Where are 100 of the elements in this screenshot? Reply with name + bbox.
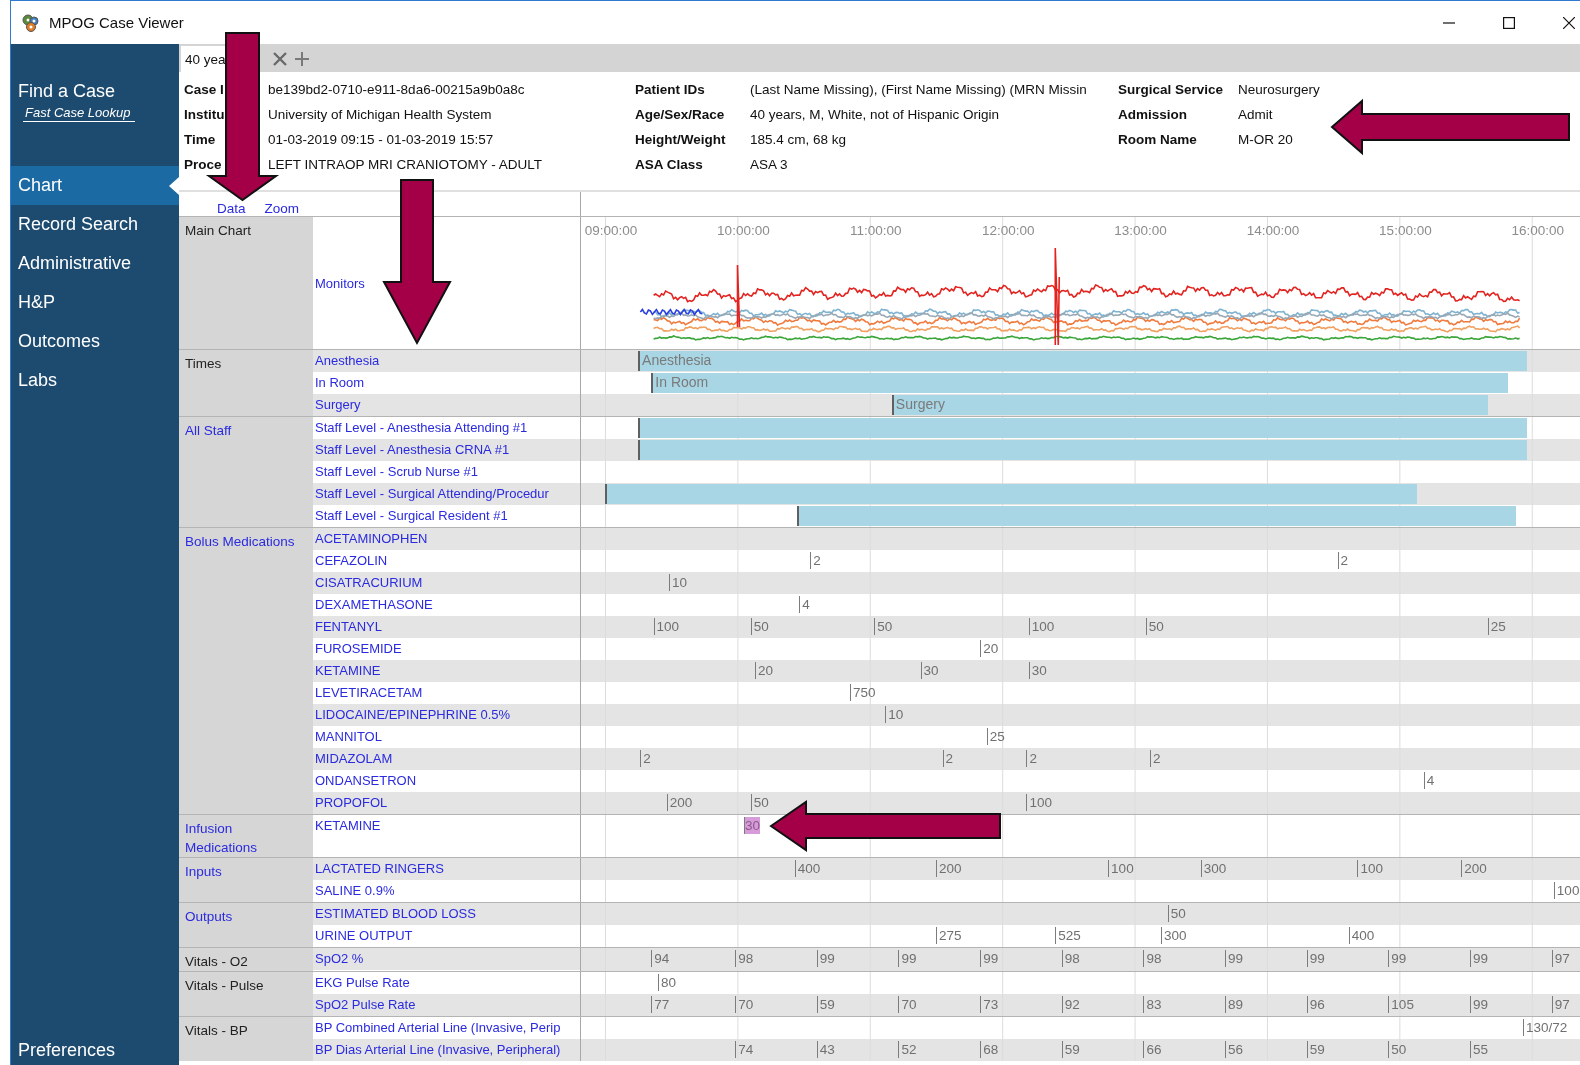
event-value: 2 [810, 552, 821, 569]
infusion-bar: 30 [744, 817, 761, 834]
group-cell[interactable]: Bolus Medications [179, 528, 313, 814]
group-cell[interactable]: Inputs [179, 858, 313, 902]
event-value: 25 [986, 728, 1005, 745]
row-label[interactable]: ACETAMINOPHEN [313, 528, 580, 550]
event-value: 70 [898, 996, 917, 1013]
event-value: 100 [1357, 860, 1383, 877]
row-label[interactable]: FENTANYL [313, 616, 580, 638]
axis-label: 14:00:00 [1246, 223, 1300, 238]
event-value: 50 [1145, 618, 1164, 635]
time-bar: Surgery [891, 395, 1488, 415]
window-title: MPOG Case Viewer [49, 14, 184, 31]
event-value: 100 [1026, 794, 1052, 811]
field-label: Age/Sex/Race [635, 107, 726, 122]
row-label[interactable]: SpO2 % [313, 948, 580, 970]
event-value: 99 [1470, 996, 1489, 1013]
fast-lookup-link[interactable]: Fast Case Lookup [23, 105, 135, 122]
field-label: Proce [184, 157, 223, 172]
event-value: 100 [653, 618, 680, 635]
event-value: 80 [657, 974, 676, 991]
event-value: 50 [1388, 1041, 1407, 1058]
event-value: 59 [1061, 1041, 1080, 1058]
time-bar: Anesthesia [638, 351, 1528, 371]
event-value: 98 [735, 950, 754, 967]
event-value: 400 [1348, 927, 1375, 944]
gears-icon [21, 12, 41, 33]
axis-label: 13:00:00 [1114, 223, 1167, 238]
chart-link[interactable]: Zoom [264, 201, 300, 216]
event-value: 130/72 [1522, 1019, 1568, 1036]
event-value: 4 [1423, 772, 1435, 789]
nav-item[interactable]: Find a Case [18, 81, 116, 102]
group-cell[interactable]: Outputs [179, 903, 313, 947]
row-label[interactable]: BP Dias Arterial Line (Invasive, Peripheral) [313, 1039, 580, 1061]
row-label[interactable]: KETAMINE [313, 660, 580, 682]
event-value: 25 [1487, 618, 1506, 635]
event-value: 99 [1388, 950, 1407, 967]
field-value: Admit [1238, 107, 1274, 122]
row-label[interactable]: CISATRACURIUM [313, 572, 580, 594]
field-value: 185.4 cm, 68 kg [750, 132, 848, 147]
row-label[interactable]: LIDOCAINE/EPINEPHRINE 0.5% [313, 704, 580, 726]
row-label[interactable]: MIDAZOLAM [313, 748, 580, 770]
nav-item[interactable]: H&P [11, 283, 179, 322]
nav-item[interactable]: Chart [11, 166, 179, 205]
axis-label: 12:00:00 [981, 223, 1035, 238]
plus-icon[interactable] [295, 52, 309, 66]
close-icon[interactable] [1563, 16, 1575, 29]
field-value: University of Michigan Health System [268, 107, 493, 122]
row-label[interactable]: SpO2 Pulse Rate [313, 994, 580, 1016]
field-label: Admission [1118, 107, 1188, 122]
row-label[interactable]: LACTATED RINGERS [313, 858, 580, 880]
group-cell[interactable]: Infusion Medications [179, 815, 313, 857]
time-bar: In Room [651, 373, 1508, 393]
axis-label: 10:00:00 [717, 223, 770, 238]
event-value: 59 [1306, 1041, 1325, 1058]
nav-item[interactable]: Labs [11, 361, 179, 400]
event-value: 99 [980, 950, 999, 967]
row-label[interactable]: Surgery [313, 394, 580, 416]
event-value: 99 [1470, 950, 1489, 967]
event-value: 96 [1306, 996, 1325, 1013]
event-value: 20 [755, 662, 774, 679]
row-label[interactable]: Staff Level - Surgical Attending/Procedur [313, 483, 580, 505]
event-value: 2 [1026, 750, 1037, 767]
event-value: 74 [735, 1041, 754, 1058]
event-value: 97 [1551, 996, 1570, 1013]
field-value: 40 years, M, White, not of Hispanic Origin [750, 107, 1001, 122]
group-cell: Main Chart [179, 217, 313, 349]
event-value: 66 [1143, 1041, 1162, 1058]
row-label[interactable]: Anesthesia [313, 350, 580, 372]
event-value: 94 [651, 950, 670, 967]
event-value: 97 [1551, 950, 1570, 967]
event-value: 92 [1061, 996, 1080, 1013]
event-value: 10 [885, 706, 904, 723]
group-cell[interactable]: All Staff [179, 417, 313, 527]
event-value: 50 [1167, 905, 1186, 922]
nav-item[interactable]: Outcomes [11, 322, 179, 361]
field-label: ASA Class [635, 157, 704, 172]
event-value: 68 [980, 1041, 999, 1058]
group-cell: Times [179, 350, 313, 416]
event-value: 200 [1461, 860, 1487, 877]
event-value: 100 [1553, 882, 1580, 899]
case-tab[interactable]: 40 yea [181, 46, 225, 72]
event-value: 98 [1143, 950, 1162, 967]
row-label[interactable]: PROPOFOL [313, 792, 580, 814]
chart-link[interactable]: Data [217, 201, 246, 216]
event-value: 20 [980, 640, 999, 657]
event-value: 300 [1161, 927, 1187, 944]
maximize-icon[interactable] [1503, 16, 1515, 29]
event-value: 750 [849, 684, 876, 701]
nav-item[interactable]: Preferences [11, 1040, 116, 1061]
event-value: 56 [1225, 1041, 1244, 1058]
field-value: LEFT INTRAOP MRI CRANIOTOMY - ADULT [268, 157, 544, 172]
field-label: Institu [184, 107, 226, 122]
nav-item[interactable]: Record Search [11, 205, 179, 244]
event-value: 59 [816, 996, 835, 1013]
event-value: 30 [1028, 662, 1047, 679]
event-value: 52 [898, 1041, 917, 1058]
row-label[interactable]: Staff Level - Anesthesia CRNA #1 [313, 439, 580, 461]
row-label[interactable]: ESTIMATED BLOOD LOSS [313, 903, 580, 925]
nav-item[interactable]: Administrative [11, 244, 179, 283]
